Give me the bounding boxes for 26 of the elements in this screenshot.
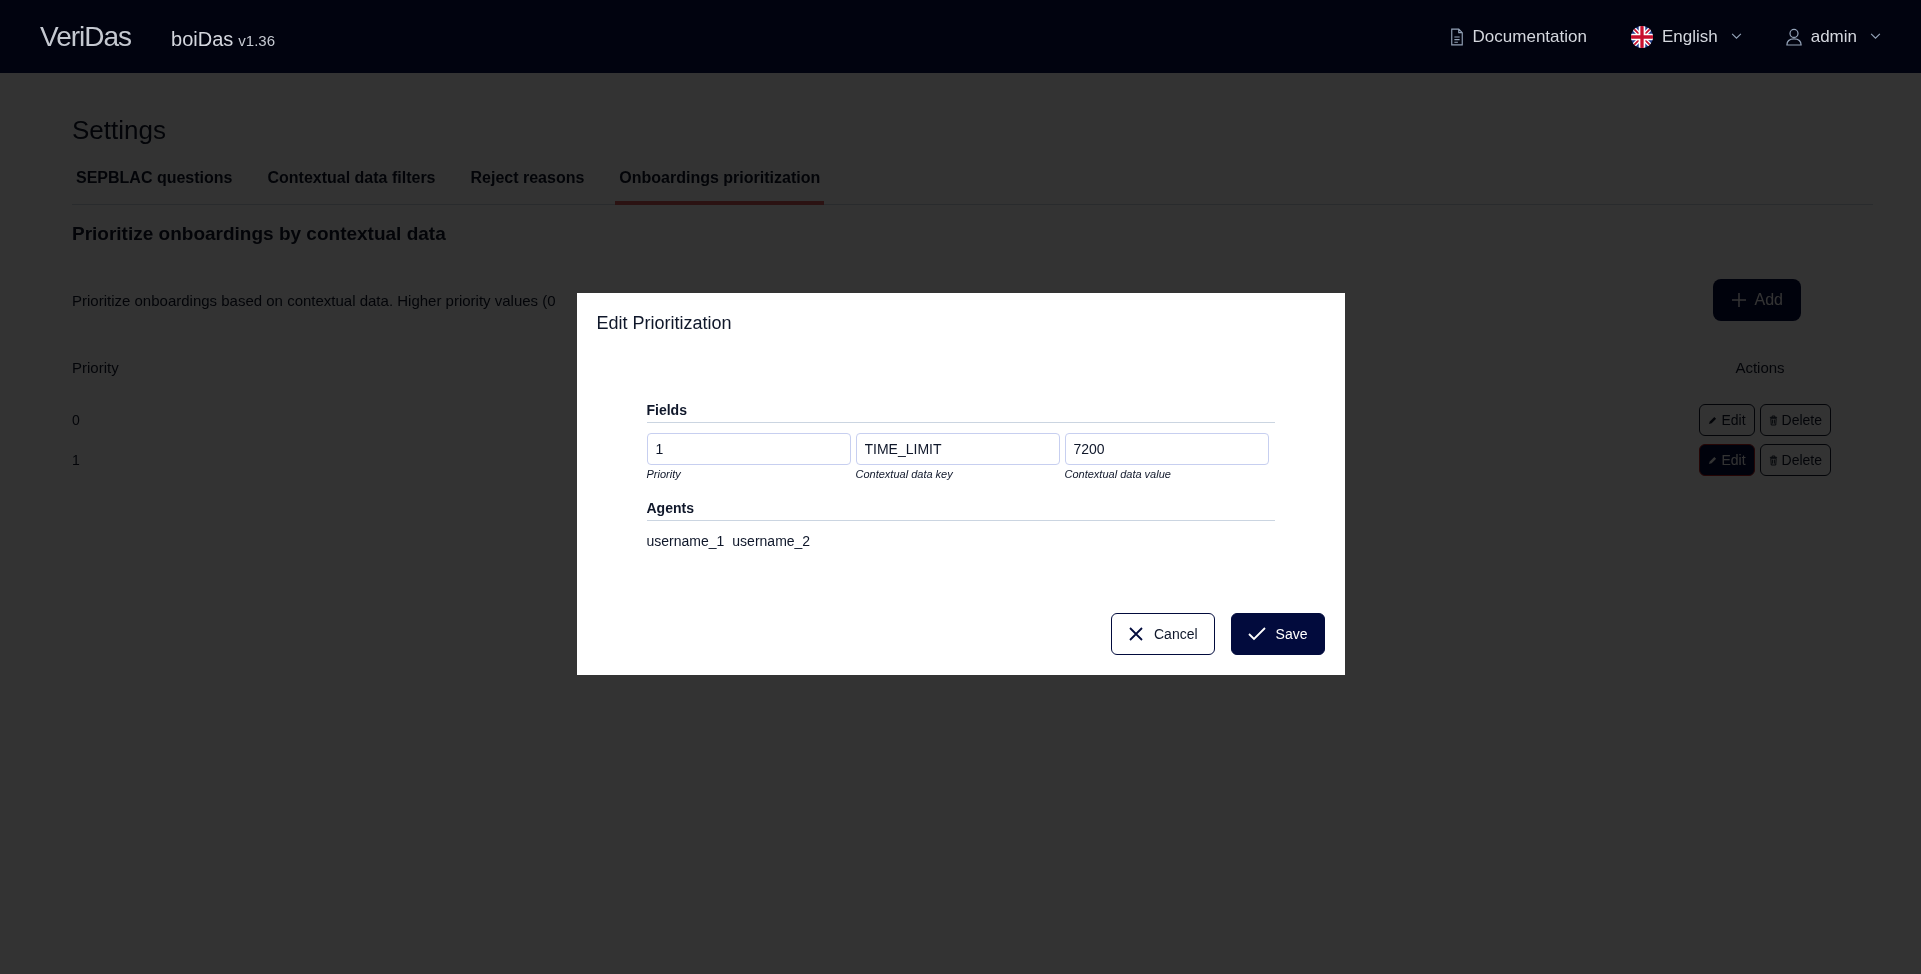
- version-label: v1.36: [238, 31, 275, 49]
- field-caption: Contextual data key: [855, 467, 954, 480]
- dialog-title: Edit Prioritization: [596, 312, 733, 334]
- language-menu[interactable]: English: [1630, 25, 1742, 48]
- logo: VeriDas: [40, 20, 132, 53]
- save-button[interactable]: Save: [1230, 612, 1325, 655]
- cancel-button[interactable]: Cancel: [1111, 612, 1215, 655]
- document-icon: [1449, 27, 1464, 46]
- flag-icon: [1630, 25, 1653, 48]
- documentation-link[interactable]: Documentation: [1449, 26, 1587, 47]
- checkmark-icon: [1247, 626, 1266, 641]
- input-field[interactable]: 1: [646, 432, 851, 465]
- agent-name: username_1: [646, 532, 725, 549]
- user-icon: [1785, 27, 1802, 46]
- user-menu[interactable]: admin: [1785, 26, 1881, 47]
- fields-heading: Fields: [646, 401, 1275, 423]
- chevron-down-icon: [1870, 33, 1881, 40]
- field-caption: Priority: [646, 467, 682, 480]
- field-caption: Contextual data value: [1064, 467, 1172, 480]
- close-icon: [1128, 625, 1144, 642]
- product-name: boiDas: [171, 27, 234, 51]
- input-field[interactable]: 7200: [1064, 432, 1269, 465]
- chevron-down-icon: [1730, 33, 1742, 40]
- agent-name: username_2: [732, 532, 811, 549]
- input-field[interactable]: TIME_LIMIT: [855, 432, 1060, 465]
- agents-heading: Agents: [646, 499, 1275, 521]
